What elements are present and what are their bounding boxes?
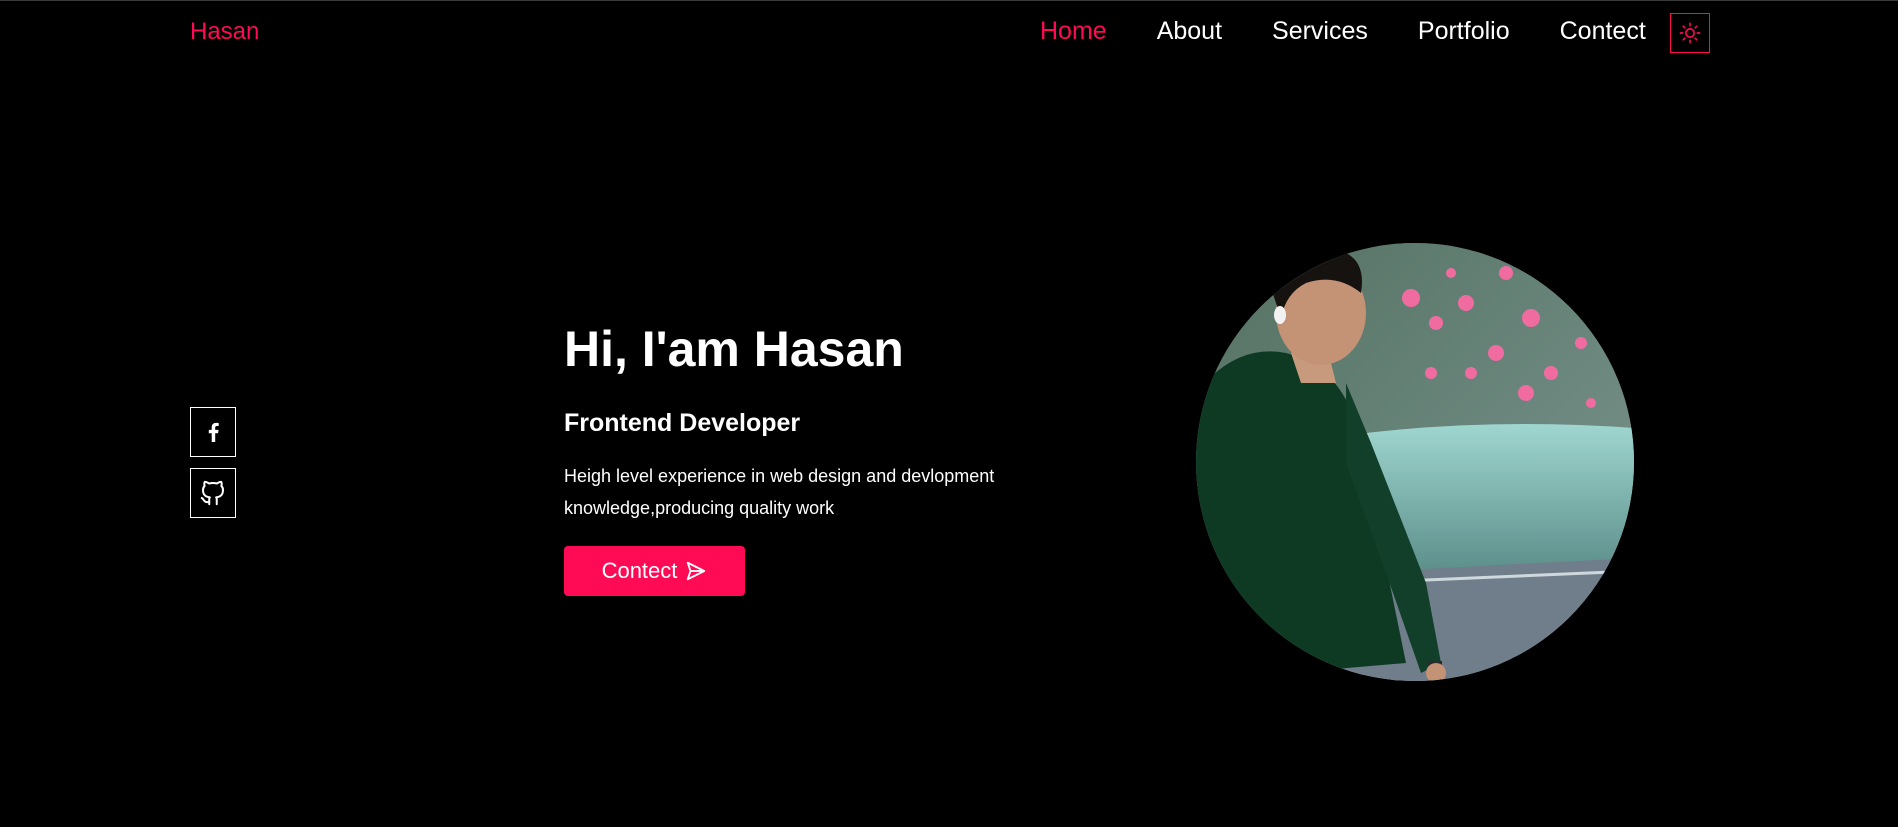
github-icon — [200, 480, 224, 506]
main-nav: Home About Services Portfolio Contect — [1040, 17, 1646, 46]
hero-subtitle: Frontend Developer — [564, 409, 801, 437]
social-links — [190, 407, 236, 518]
header: Hasan Home About Services Portfolio Cont… — [0, 0, 1898, 66]
profile-photo — [1196, 243, 1634, 681]
profile-photo-illustration — [1196, 243, 1634, 681]
github-link[interactable] — [190, 468, 236, 518]
hero-title: Hi, I'am Hasan — [564, 321, 904, 377]
facebook-link[interactable] — [190, 407, 236, 457]
send-icon — [687, 561, 706, 581]
contect-button[interactable]: Contect — [564, 546, 745, 596]
sun-icon — [1679, 22, 1701, 44]
nav-portfolio[interactable]: Portfolio — [1418, 17, 1510, 46]
nav-services[interactable]: Services — [1272, 17, 1368, 46]
hero: Hi, I'am Hasan Frontend Developer Heigh … — [564, 322, 1084, 596]
contect-button-label: Contect — [601, 558, 678, 583]
hero-description: Heigh level experience in web design and… — [564, 466, 995, 518]
nav-home[interactable]: Home — [1040, 17, 1107, 46]
nav-about[interactable]: About — [1157, 17, 1222, 46]
nav-contect[interactable]: Contect — [1560, 17, 1646, 46]
page: Hasan Home About Services Portfolio Cont… — [0, 0, 1898, 827]
logo[interactable]: Hasan — [190, 18, 259, 46]
facebook-icon — [208, 422, 219, 442]
theme-toggle-button[interactable] — [1670, 13, 1710, 53]
